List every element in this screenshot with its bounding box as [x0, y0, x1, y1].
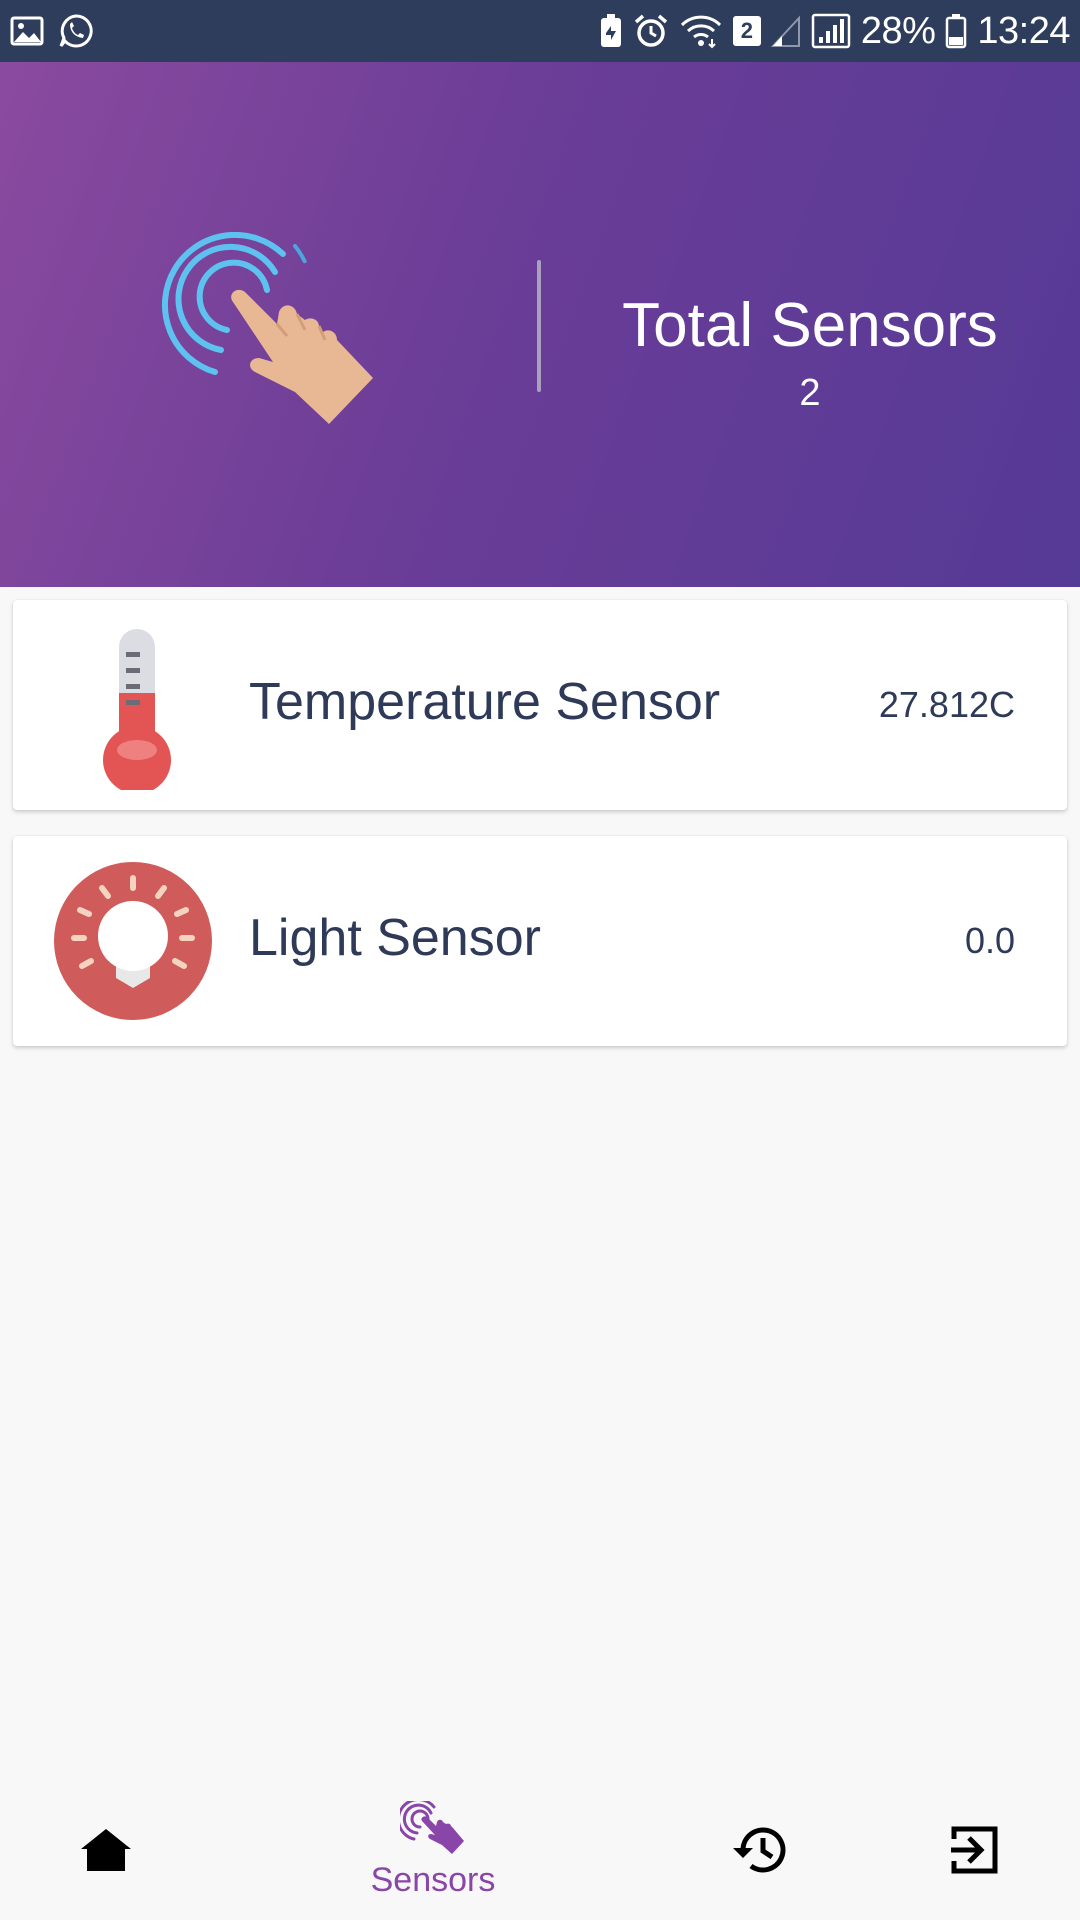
total-sensors-count: 2 — [799, 372, 821, 414]
signal-icon — [811, 13, 851, 49]
bottom-navigation: Sensors — [0, 1780, 1080, 1920]
sensor-label: Temperature Sensor — [249, 673, 721, 731]
alarm-icon — [634, 14, 667, 47]
wifi-icon — [680, 15, 721, 49]
sensors-header: Total Sensors 2 — [0, 62, 1080, 587]
battery-saver-icon — [600, 14, 621, 47]
battery-percent: 28% — [860, 9, 936, 52]
whatsapp-icon — [59, 14, 93, 48]
home-icon — [81, 1829, 131, 1871]
nav-sensors-label: Sensors — [370, 1860, 496, 1899]
logout-icon — [951, 1826, 998, 1874]
thermometer-icon — [103, 629, 171, 790]
status-bar-left — [10, 10, 94, 52]
status-bar: 2 28% 13:24 — [0, 0, 1080, 62]
notification-badge: 2 — [732, 16, 761, 46]
clock: 13:24 — [977, 9, 1070, 52]
sensor-label: Light Sensor — [249, 909, 541, 967]
header-divider — [537, 260, 541, 392]
lightbulb-icon — [54, 862, 212, 1020]
touch-hand-icon — [161, 232, 373, 424]
sensor-value: 0.0 — [964, 920, 1015, 961]
sensor-card-light[interactable]: Light Sensor 0.0 — [13, 836, 1067, 1046]
signal-weak-icon — [770, 15, 800, 47]
nav-history[interactable] — [710, 1780, 810, 1920]
nav-logout[interactable] — [924, 1780, 1024, 1920]
battery-icon — [946, 14, 967, 49]
status-bar-right: 2 28% 13:24 — [599, 8, 1070, 54]
touch-hand-icon — [400, 1800, 464, 1854]
history-icon — [733, 1827, 786, 1873]
sensors-screen: 2 28% 13:24 Total Sensors 2 Temperature … — [0, 0, 1080, 1920]
image-icon — [10, 16, 44, 46]
sensor-card-temperature[interactable]: Temperature Sensor 27.812C — [13, 600, 1067, 810]
nav-home[interactable] — [56, 1780, 156, 1920]
total-sensors-title: Total Sensors — [622, 291, 998, 360]
sensor-value: 27.812C — [878, 684, 1015, 725]
nav-sensors[interactable]: Sensors — [340, 1780, 526, 1920]
